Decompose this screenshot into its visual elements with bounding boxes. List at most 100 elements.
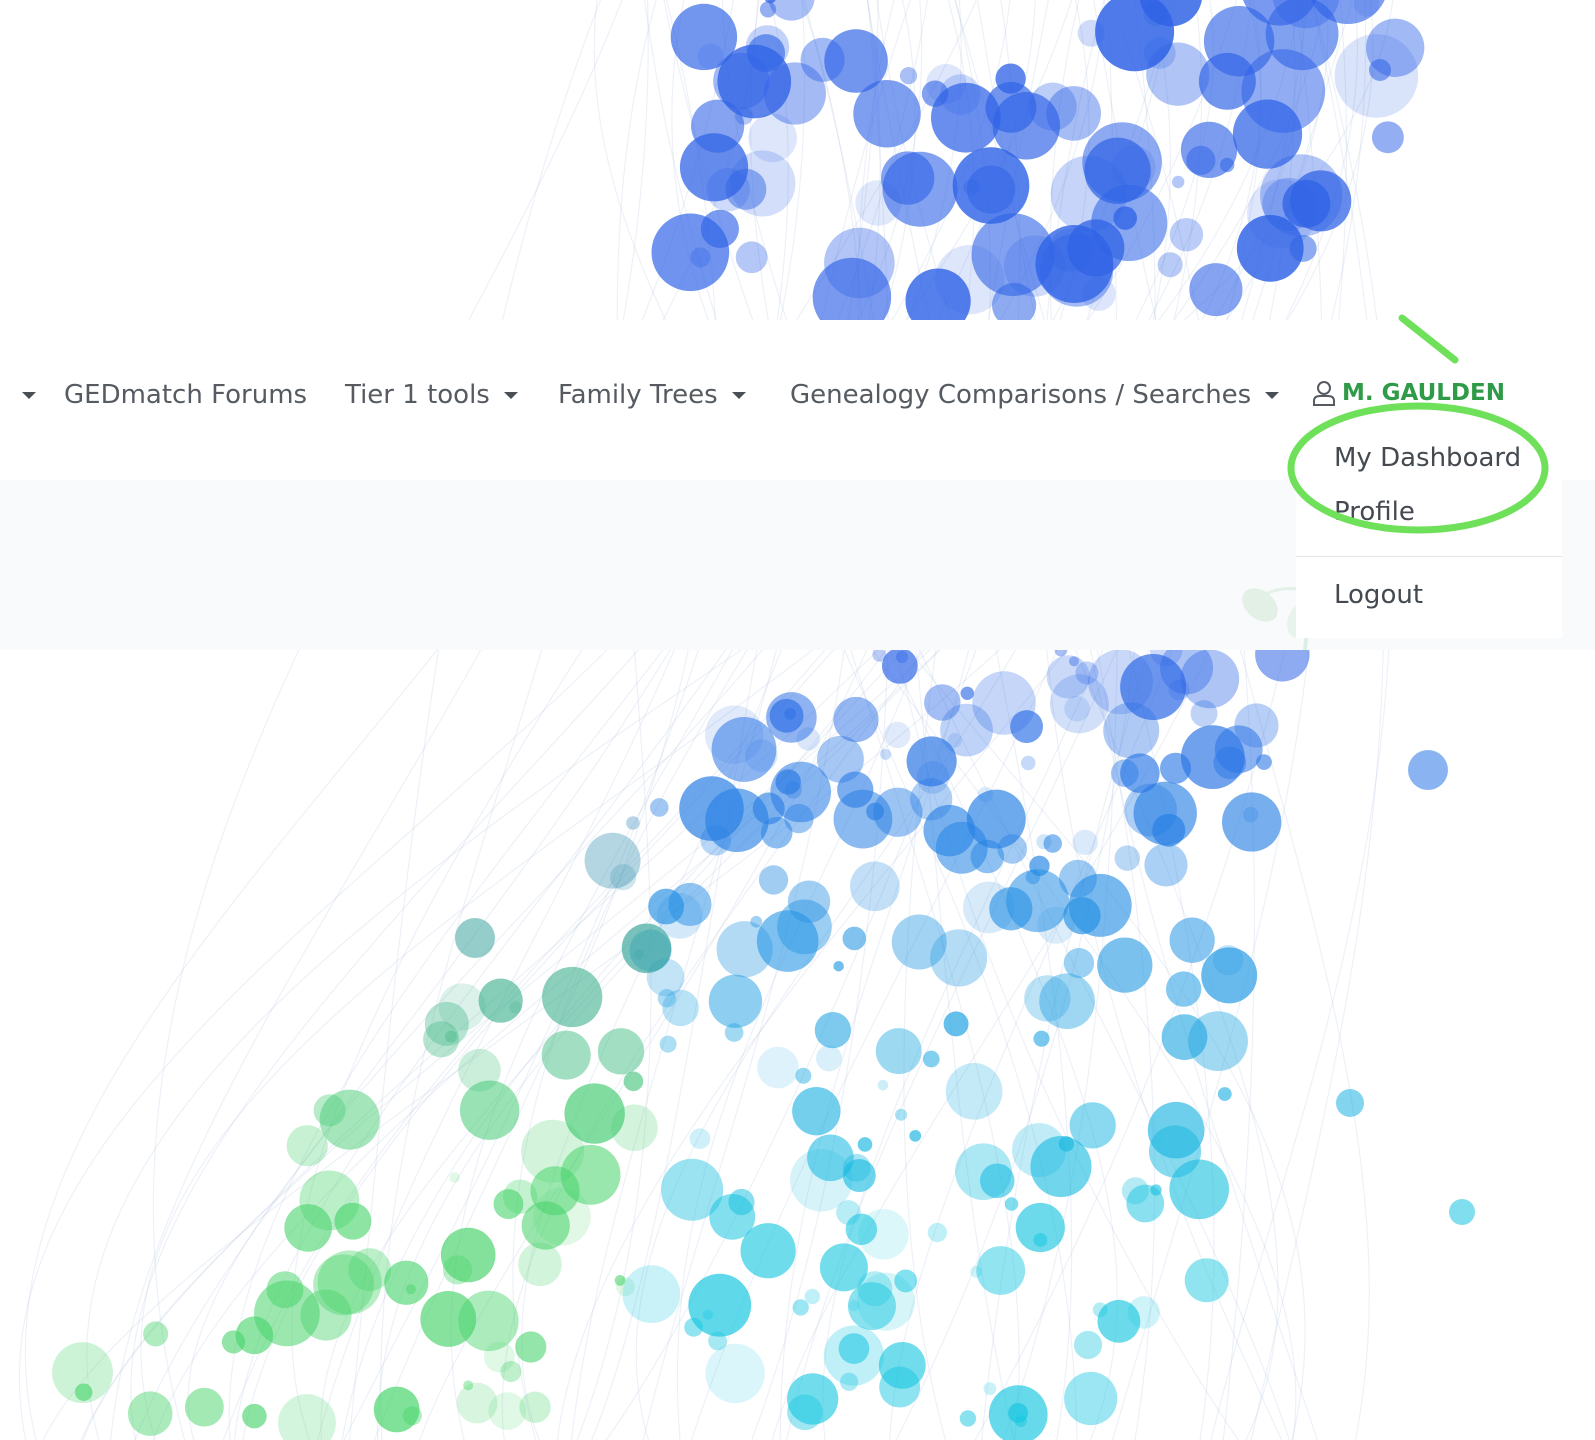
network-bubble (895, 1108, 908, 1121)
network-bubble (759, 1, 777, 18)
network-bubble (456, 1382, 498, 1424)
network-bubble (814, 1012, 852, 1049)
network-bubble (254, 1280, 320, 1347)
network-bubble (1126, 1184, 1165, 1223)
network-bubble (909, 1129, 922, 1142)
network-bubble (880, 748, 892, 760)
nav-menu-previous[interactable] (8, 374, 36, 416)
nav-gedmatch-forums[interactable]: GEDmatch Forums (64, 374, 307, 416)
network-bubble (449, 1172, 460, 1183)
network-bubble (705, 1343, 765, 1404)
network-bubble (930, 82, 1001, 153)
network-bubble (972, 671, 1036, 735)
network-bubble (927, 1222, 948, 1243)
network-bubble (1073, 1330, 1103, 1360)
network-bubble (1144, 843, 1188, 887)
network-bubble (877, 1079, 889, 1091)
network-bubble (659, 1035, 677, 1053)
network-bubble (689, 1128, 711, 1150)
network-bubble (884, 721, 911, 749)
network-bubble (706, 167, 750, 212)
network-bubble (1059, 859, 1097, 898)
network-bubble (836, 1200, 861, 1225)
network-bubble (1169, 217, 1204, 252)
network-bubble (1097, 937, 1153, 993)
network-bubble (1021, 755, 1036, 771)
network-bubble (857, 1272, 915, 1331)
network-bubble (747, 34, 786, 73)
network-bubble (313, 1094, 346, 1127)
network-bubble (1171, 175, 1185, 189)
network-bubble (728, 1188, 755, 1216)
network-bubble (757, 1046, 799, 1089)
network-bubble (792, 1299, 809, 1316)
network-bubble (1222, 792, 1282, 852)
network-bubble (621, 923, 672, 974)
network-bubble (970, 1265, 983, 1278)
menu-item-logout[interactable]: Logout (1334, 580, 1423, 610)
network-bubble (787, 1394, 823, 1431)
network-bubble (384, 1260, 429, 1305)
network-bubble (992, 92, 1061, 160)
network-bubble (1369, 59, 1391, 81)
network-bubble (1336, 1089, 1364, 1117)
network-bubble (1120, 753, 1160, 793)
network-bubble (878, 1341, 926, 1389)
network-bubble (875, 1028, 922, 1075)
network-bubble (735, 241, 768, 274)
network-bubble (881, 648, 918, 684)
nav-genealogy-comparisons[interactable]: Genealogy Comparisons / Searches (790, 374, 1280, 416)
network-bubble (334, 1202, 372, 1240)
user-icon (1313, 381, 1335, 406)
menu-item-my-dashboard[interactable]: My Dashboard (1334, 443, 1521, 473)
network-bubble (837, 771, 874, 808)
network-bubble (278, 1394, 336, 1440)
network-bubble (622, 1265, 681, 1324)
network-bubble (700, 209, 739, 248)
chevron-down-icon (503, 391, 518, 399)
network-bubble (1033, 1030, 1050, 1047)
network-bubble (649, 798, 669, 817)
network-bubble (684, 1317, 704, 1337)
network-bubble (916, 761, 950, 794)
network-bubble (519, 1391, 551, 1423)
user-menu-toggle[interactable]: M. GAULDEN (1312, 374, 1505, 412)
network-bubble (648, 888, 685, 925)
nav-tier1-tools[interactable]: Tier 1 tools (345, 374, 518, 416)
network-bubble (614, 1274, 626, 1286)
network-bubble (705, 788, 769, 853)
network-bubble (127, 1391, 173, 1436)
network-bubble (796, 727, 820, 751)
network-bubble (758, 865, 789, 895)
network-bubble (1033, 1232, 1048, 1247)
network-bubble (1408, 750, 1448, 790)
menu-item-profile[interactable]: Profile (1334, 497, 1415, 527)
network-bubble (1449, 1199, 1475, 1225)
network-bubble (661, 1158, 724, 1221)
network-bubble (1050, 155, 1128, 232)
network-bubble (833, 960, 844, 972)
network-bubble (1092, 1302, 1108, 1318)
network-bubble (611, 1104, 658, 1151)
network-bubble (1241, 49, 1326, 133)
network-bubble (1004, 1197, 1019, 1211)
network-bubble (455, 918, 495, 958)
network-bubble (286, 1125, 328, 1167)
network-bubble (242, 1403, 267, 1429)
nav-family-trees[interactable]: Family Trees (558, 374, 746, 416)
network-bubble (1212, 944, 1244, 976)
network-bubble (807, 1134, 854, 1182)
network-bubble (857, 1137, 873, 1152)
network-bubble (626, 816, 640, 830)
network-bubble (943, 1011, 969, 1037)
network-bubble (769, 698, 804, 733)
network-bubble (459, 1080, 520, 1140)
nav-tier1-tools-label: Tier 1 tools (345, 380, 490, 410)
network-bubble (963, 881, 1015, 934)
network-bubble (597, 1028, 645, 1075)
network-bubble (784, 803, 814, 834)
network-bubble (1069, 1102, 1116, 1149)
network-bubble (979, 1163, 1015, 1199)
chevron-down-icon (731, 391, 746, 399)
network-bubble (1012, 1123, 1067, 1178)
